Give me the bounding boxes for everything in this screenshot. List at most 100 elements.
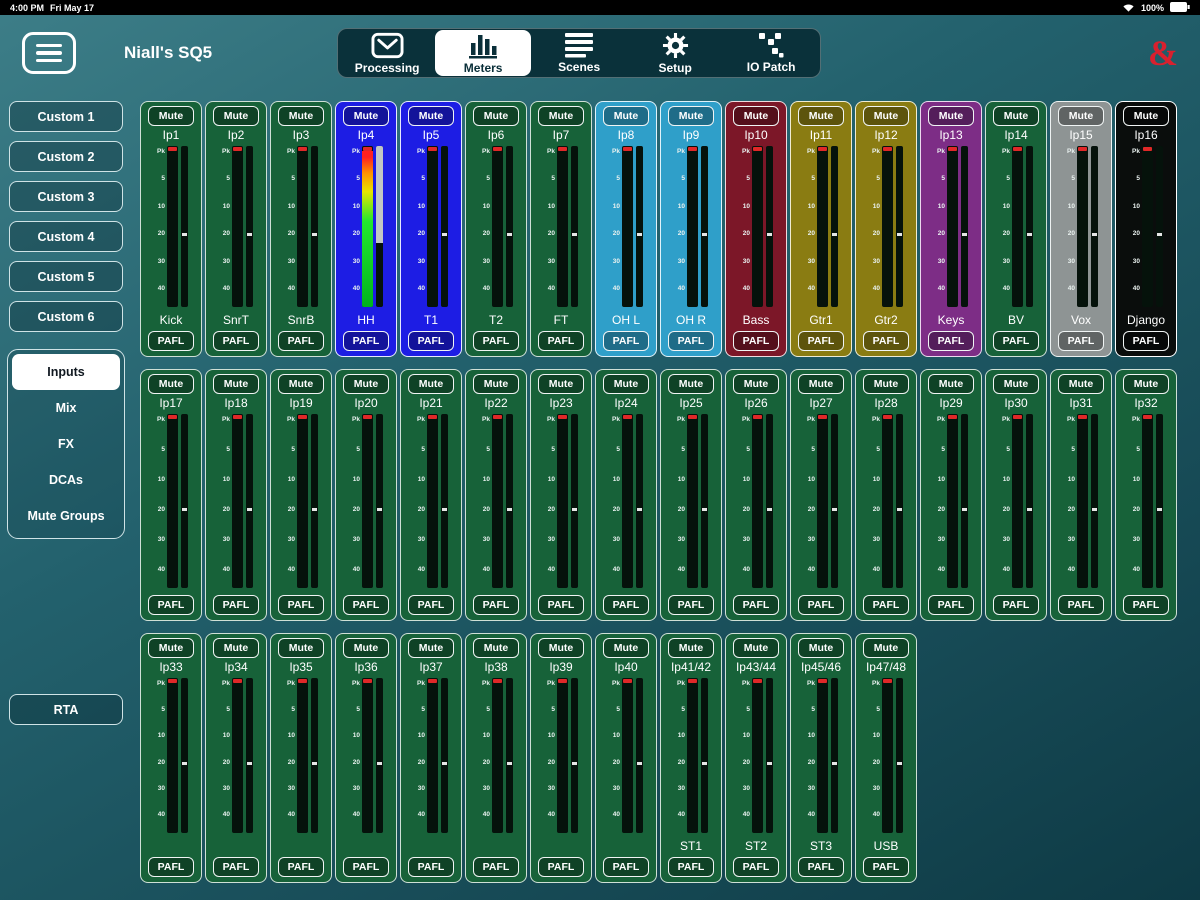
pafl-button[interactable]: PAFL xyxy=(538,857,584,877)
mute-button[interactable]: Mute xyxy=(473,106,519,126)
pafl-button[interactable]: PAFL xyxy=(928,595,974,615)
pafl-button[interactable]: PAFL xyxy=(603,595,649,615)
mute-button[interactable]: Mute xyxy=(603,374,649,394)
mute-button[interactable]: Mute xyxy=(928,106,974,126)
mute-button[interactable]: Mute xyxy=(798,106,844,126)
mute-button[interactable]: Mute xyxy=(343,638,389,658)
sidebar-item-mix[interactable]: Mix xyxy=(12,390,120,426)
mute-button[interactable]: Mute xyxy=(733,374,779,394)
tab-processing[interactable]: Processing xyxy=(339,30,435,76)
pafl-button[interactable]: PAFL xyxy=(343,331,389,351)
mute-button[interactable]: Mute xyxy=(668,638,714,658)
pafl-button[interactable]: PAFL xyxy=(408,331,454,351)
mute-button[interactable]: Mute xyxy=(1123,106,1169,126)
pafl-button[interactable]: PAFL xyxy=(733,857,779,877)
pafl-button[interactable]: PAFL xyxy=(278,857,324,877)
pafl-button[interactable]: PAFL xyxy=(148,331,194,351)
mute-button[interactable]: Mute xyxy=(148,374,194,394)
mute-button[interactable]: Mute xyxy=(993,374,1039,394)
mute-button[interactable]: Mute xyxy=(213,638,259,658)
rta-button[interactable]: RTA xyxy=(9,694,123,725)
custom-bank-button-2[interactable]: Custom 2 xyxy=(9,141,123,172)
pafl-button[interactable]: PAFL xyxy=(213,595,259,615)
mute-button[interactable]: Mute xyxy=(408,106,454,126)
pafl-button[interactable]: PAFL xyxy=(408,857,454,877)
mute-button[interactable]: Mute xyxy=(213,106,259,126)
pafl-button[interactable]: PAFL xyxy=(668,857,714,877)
mute-button[interactable]: Mute xyxy=(343,374,389,394)
mute-button[interactable]: Mute xyxy=(148,106,194,126)
pafl-button[interactable]: PAFL xyxy=(798,857,844,877)
custom-bank-button-6[interactable]: Custom 6 xyxy=(9,301,123,332)
mute-button[interactable]: Mute xyxy=(733,106,779,126)
tab-io-patch[interactable]: IO Patch xyxy=(723,30,819,76)
mute-button[interactable]: Mute xyxy=(798,638,844,658)
mute-button[interactable]: Mute xyxy=(148,638,194,658)
menu-button[interactable] xyxy=(22,32,76,74)
mute-button[interactable]: Mute xyxy=(278,374,324,394)
sidebar-item-inputs[interactable]: Inputs xyxy=(12,354,120,390)
mute-button[interactable]: Mute xyxy=(863,106,909,126)
mute-button[interactable]: Mute xyxy=(538,638,584,658)
pafl-button[interactable]: PAFL xyxy=(343,857,389,877)
mute-button[interactable]: Mute xyxy=(1123,374,1169,394)
mute-button[interactable]: Mute xyxy=(408,374,454,394)
pafl-button[interactable]: PAFL xyxy=(928,331,974,351)
pafl-button[interactable]: PAFL xyxy=(863,331,909,351)
pafl-button[interactable]: PAFL xyxy=(603,331,649,351)
sidebar-item-dcas[interactable]: DCAs xyxy=(12,462,120,498)
pafl-button[interactable]: PAFL xyxy=(1058,331,1104,351)
pafl-button[interactable]: PAFL xyxy=(798,331,844,351)
pafl-button[interactable]: PAFL xyxy=(733,331,779,351)
mute-button[interactable]: Mute xyxy=(928,374,974,394)
pafl-button[interactable]: PAFL xyxy=(863,857,909,877)
tab-setup[interactable]: Setup xyxy=(627,30,723,76)
mute-button[interactable]: Mute xyxy=(863,374,909,394)
pafl-button[interactable]: PAFL xyxy=(1123,331,1169,351)
pafl-button[interactable]: PAFL xyxy=(863,595,909,615)
pafl-button[interactable]: PAFL xyxy=(993,595,1039,615)
mute-button[interactable]: Mute xyxy=(603,106,649,126)
pafl-button[interactable]: PAFL xyxy=(408,595,454,615)
tab-scenes[interactable]: Scenes xyxy=(531,30,627,76)
custom-bank-button-3[interactable]: Custom 3 xyxy=(9,181,123,212)
mute-button[interactable]: Mute xyxy=(278,106,324,126)
mute-button[interactable]: Mute xyxy=(408,638,454,658)
mute-button[interactable]: Mute xyxy=(1058,106,1104,126)
pafl-button[interactable]: PAFL xyxy=(538,331,584,351)
mute-button[interactable]: Mute xyxy=(538,374,584,394)
sidebar-item-mute-groups[interactable]: Mute Groups xyxy=(12,498,120,534)
pafl-button[interactable]: PAFL xyxy=(213,857,259,877)
pafl-button[interactable]: PAFL xyxy=(148,595,194,615)
mute-button[interactable]: Mute xyxy=(863,638,909,658)
mute-button[interactable]: Mute xyxy=(213,374,259,394)
mute-button[interactable]: Mute xyxy=(1058,374,1104,394)
pafl-button[interactable]: PAFL xyxy=(993,331,1039,351)
pafl-button[interactable]: PAFL xyxy=(798,595,844,615)
pafl-button[interactable]: PAFL xyxy=(278,331,324,351)
mute-button[interactable]: Mute xyxy=(538,106,584,126)
mute-button[interactable]: Mute xyxy=(798,374,844,394)
pafl-button[interactable]: PAFL xyxy=(668,331,714,351)
pafl-button[interactable]: PAFL xyxy=(473,331,519,351)
mute-button[interactable]: Mute xyxy=(733,638,779,658)
mute-button[interactable]: Mute xyxy=(668,374,714,394)
pafl-button[interactable]: PAFL xyxy=(668,595,714,615)
mute-button[interactable]: Mute xyxy=(278,638,324,658)
custom-bank-button-4[interactable]: Custom 4 xyxy=(9,221,123,252)
mute-button[interactable]: Mute xyxy=(668,106,714,126)
pafl-button[interactable]: PAFL xyxy=(473,595,519,615)
sidebar-item-fx[interactable]: FX xyxy=(12,426,120,462)
mute-button[interactable]: Mute xyxy=(993,106,1039,126)
pafl-button[interactable]: PAFL xyxy=(538,595,584,615)
custom-bank-button-1[interactable]: Custom 1 xyxy=(9,101,123,132)
pafl-button[interactable]: PAFL xyxy=(148,857,194,877)
pafl-button[interactable]: PAFL xyxy=(278,595,324,615)
pafl-button[interactable]: PAFL xyxy=(1058,595,1104,615)
mute-button[interactable]: Mute xyxy=(473,638,519,658)
pafl-button[interactable]: PAFL xyxy=(1123,595,1169,615)
pafl-button[interactable]: PAFL xyxy=(343,595,389,615)
pafl-button[interactable]: PAFL xyxy=(603,857,649,877)
pafl-button[interactable]: PAFL xyxy=(733,595,779,615)
pafl-button[interactable]: PAFL xyxy=(473,857,519,877)
